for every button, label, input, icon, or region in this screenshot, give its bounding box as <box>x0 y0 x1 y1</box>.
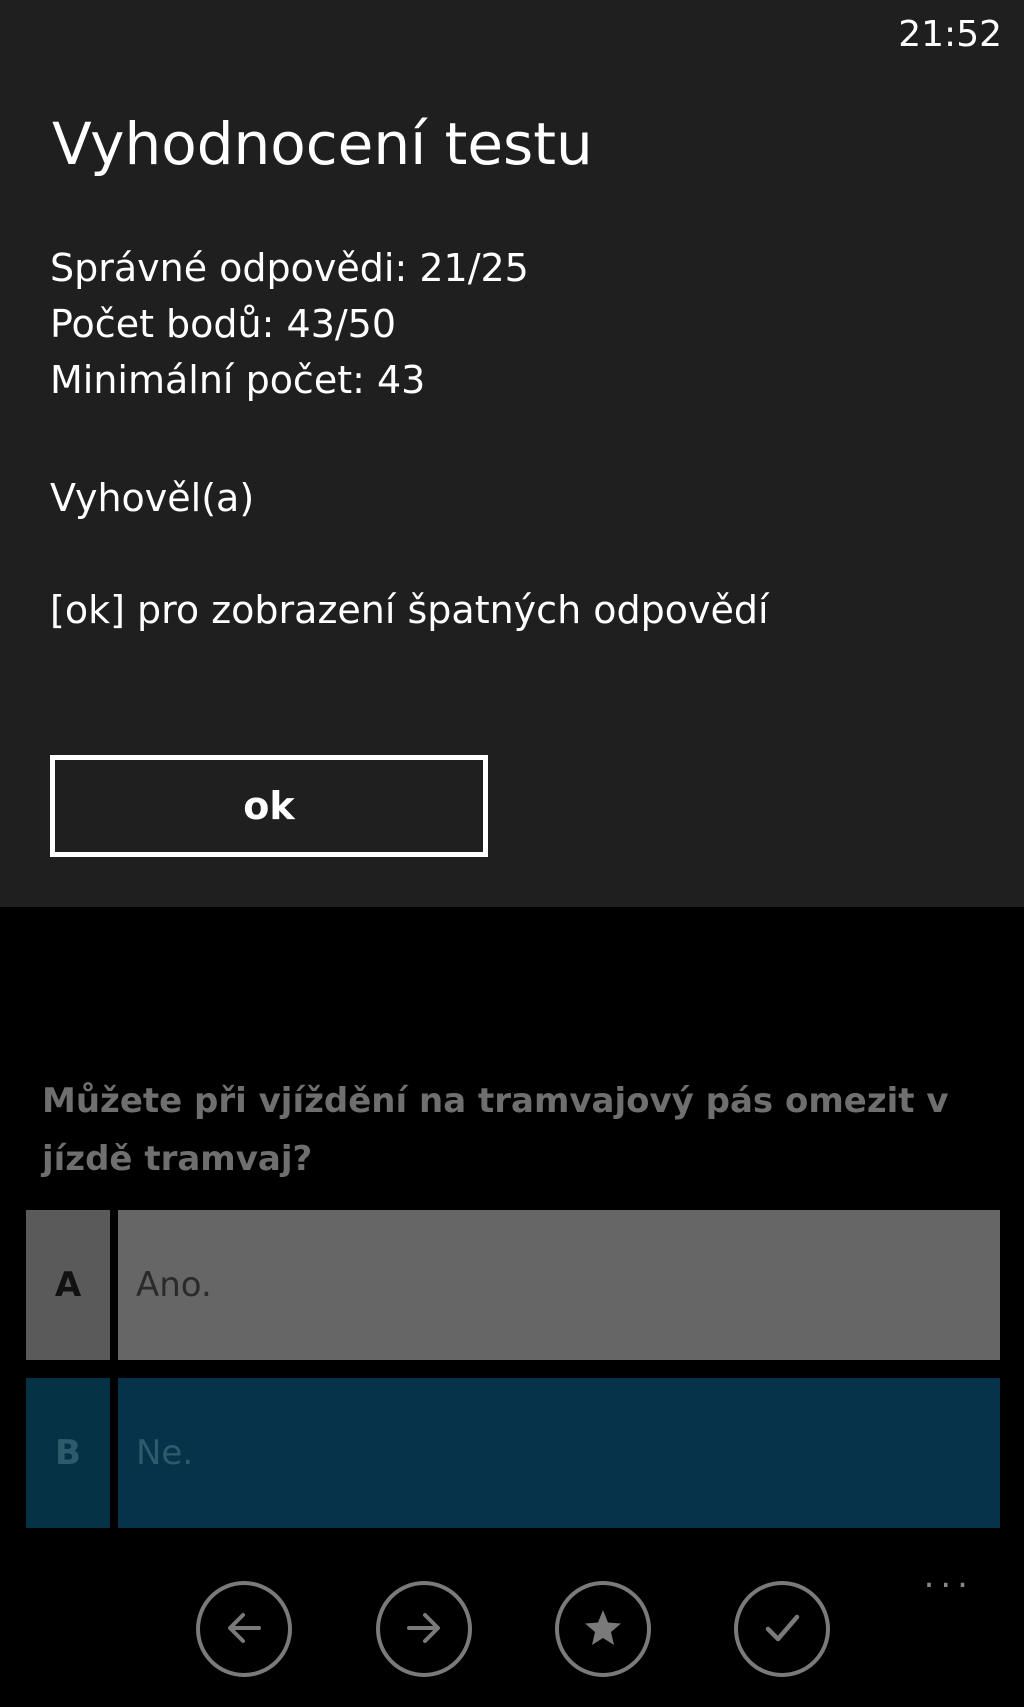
back-button[interactable] <box>196 1581 292 1677</box>
answer-option-a[interactable]: A Ano. <box>26 1210 1000 1360</box>
test-verdict: Vyhověl(a) <box>50 476 255 520</box>
answer-letter: A <box>26 1210 110 1360</box>
favorite-button[interactable] <box>555 1581 651 1677</box>
answer-option-b[interactable]: B Ne. <box>26 1378 1000 1528</box>
dialog-title: Vyhodnocení testu <box>52 110 593 178</box>
status-clock: 21:52 <box>898 14 1002 55</box>
forward-arrow-icon <box>399 1603 449 1656</box>
back-arrow-icon <box>219 1603 269 1656</box>
ok-button[interactable]: ok <box>50 755 488 857</box>
appbar-more-button[interactable]: ... <box>924 1556 974 1596</box>
answer-text: Ne. <box>118 1378 1000 1528</box>
points-stat: Počet bodů: 43/50 <box>50 302 397 346</box>
result-stats: Správné odpovědi: 21/25 Počet bodů: 43/5… <box>50 240 529 408</box>
answer-text: Ano. <box>118 1210 1000 1360</box>
minimum-points-stat: Minimální počet: 43 <box>50 358 426 402</box>
correct-answers-stat: Správné odpovědi: 21/25 <box>50 246 529 290</box>
ok-hint: [ok] pro zobrazení špatných odpovědí <box>50 588 769 632</box>
result-dialog: 21:52 Vyhodnocení testu Správné odpovědi… <box>0 0 1024 907</box>
forward-button[interactable] <box>376 1581 472 1677</box>
check-icon <box>757 1603 807 1656</box>
star-icon <box>578 1603 628 1656</box>
submit-button[interactable] <box>734 1581 830 1677</box>
answer-letter: B <box>26 1378 110 1528</box>
question-text: Můžete při vjíždění na tramvajový pás om… <box>42 1081 949 1179</box>
